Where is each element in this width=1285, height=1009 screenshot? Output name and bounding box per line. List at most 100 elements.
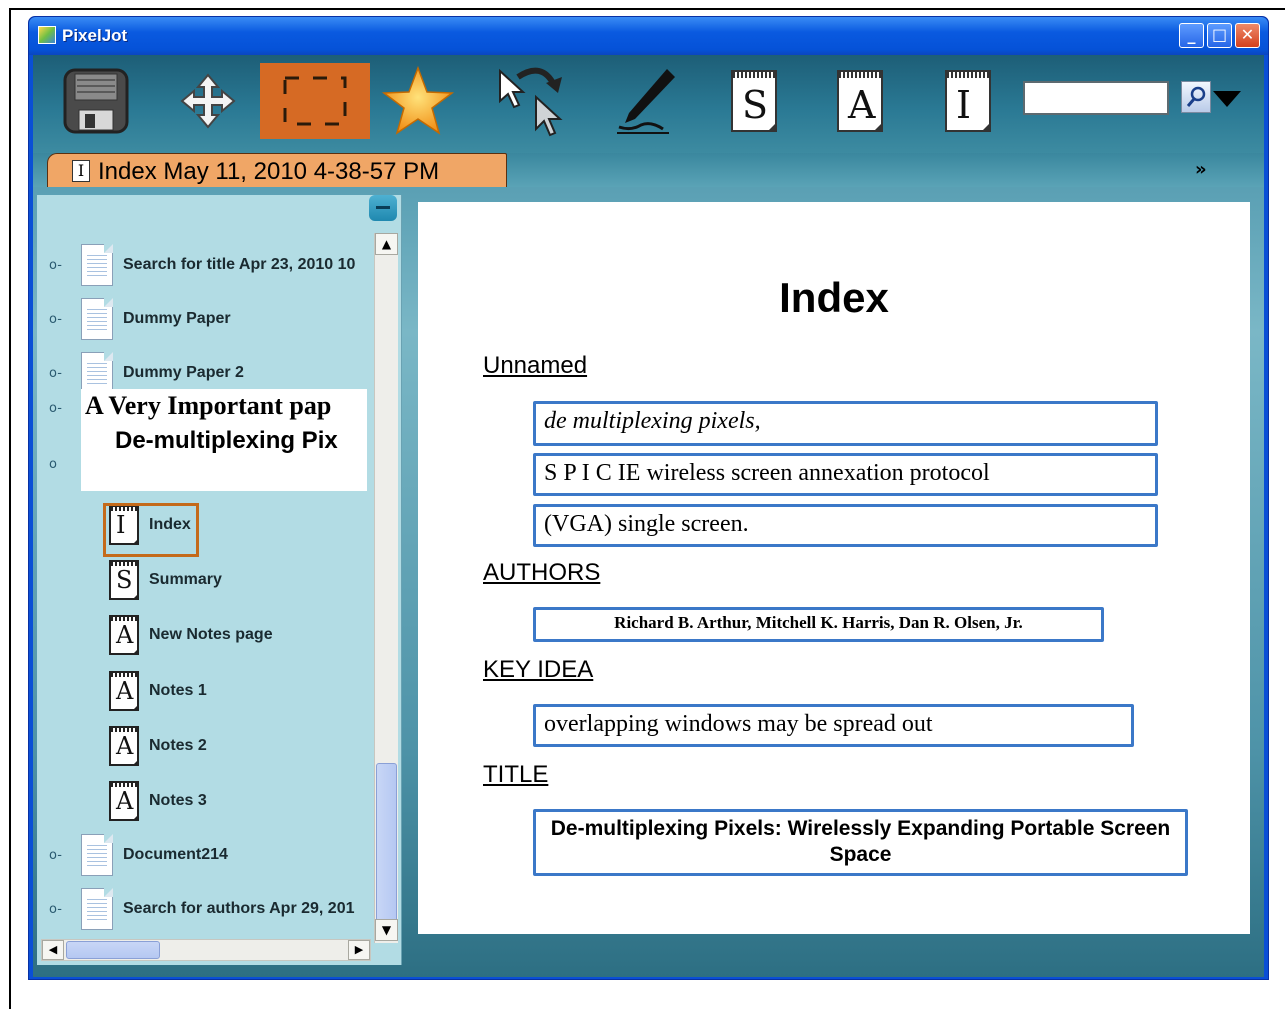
tree-handle-icon[interactable]: o- xyxy=(49,401,67,416)
search-input[interactable] xyxy=(1023,81,1169,115)
tree-handle-icon[interactable]: o- xyxy=(49,902,67,917)
section-label-title: TITLE xyxy=(483,761,549,788)
index-field[interactable]: de multiplexing pixels, xyxy=(533,401,1158,446)
tree-item-label: Search for title Apr 23, 2010 10 xyxy=(123,256,356,273)
page-letter: A xyxy=(116,621,134,649)
minimize-button[interactable]: _ xyxy=(1179,23,1204,48)
tree-item-open[interactable]: A Very Important pap De-multiplexing Pix xyxy=(81,389,367,491)
index-letter: I xyxy=(956,83,972,127)
outer-frame-left xyxy=(9,8,11,1009)
scroll-down-icon[interactable]: ▼ xyxy=(375,919,398,941)
summary-page-icon: S xyxy=(731,70,777,132)
tree-handle-icon[interactable]: o- xyxy=(49,848,67,863)
select-button[interactable] xyxy=(260,63,370,139)
open-item-title: A Very Important pap xyxy=(85,391,332,420)
tree-child-notes-2[interactable]: A Notes 2 xyxy=(109,724,207,768)
tree-vertical-scrollbar[interactable]: ▲ ▼ xyxy=(374,233,398,943)
notes-page-icon: A xyxy=(109,726,139,766)
document-icon xyxy=(81,352,113,394)
collapse-pane-button[interactable] xyxy=(369,195,397,221)
tree-item-label: Notes 2 xyxy=(149,737,207,754)
tree-item-label: Notes 3 xyxy=(149,792,207,809)
floppy-disk-icon xyxy=(63,68,129,134)
tree-item-label: Dummy Paper 2 xyxy=(123,364,244,381)
horizontal-scroll-thumb[interactable] xyxy=(66,941,160,959)
page-letter: S xyxy=(116,566,133,594)
tree-expanded-icon[interactable]: o xyxy=(49,457,67,472)
title-bar[interactable]: PixelJot _ □ ✕ xyxy=(29,17,1268,55)
tree-handle-icon[interactable]: o- xyxy=(49,312,67,327)
tree-child-summary[interactable]: S Summary xyxy=(109,558,222,602)
maximize-button[interactable]: □ xyxy=(1207,23,1232,48)
summary-page-icon: S xyxy=(109,560,139,600)
selection-highlight xyxy=(103,503,199,557)
tab-title: Index May 11, 2010 4-38-57 PM xyxy=(98,158,440,185)
notes-page-icon: A xyxy=(109,781,139,821)
tree-child-notes-3[interactable]: A Notes 3 xyxy=(109,779,207,823)
vertical-scroll-thumb[interactable] xyxy=(376,763,397,925)
document-icon xyxy=(81,834,113,876)
index-page: Index Unnamed de multiplexing pixels, S … xyxy=(418,202,1250,934)
tree-handle-icon[interactable]: o- xyxy=(49,258,67,273)
index-page-icon: I xyxy=(945,70,991,132)
page-title: Index xyxy=(779,274,889,321)
window-body: S A I I Index May 11, 2010 4-38-57 PM » … xyxy=(33,55,1264,977)
summary-button[interactable]: S xyxy=(713,63,795,139)
tree-item-label: Search for authors Apr 29, 201 xyxy=(123,900,355,917)
notes-page-icon: A xyxy=(837,70,883,132)
index-button[interactable]: I xyxy=(927,63,1009,139)
index-page-icon: I xyxy=(72,160,90,182)
index-field[interactable]: S P I C IE wireless screen annexation pr… xyxy=(533,453,1158,496)
summary-letter: S xyxy=(742,83,769,127)
search-icon xyxy=(1186,86,1206,107)
notes-letter: A xyxy=(848,83,876,127)
move-arrows-icon xyxy=(180,73,236,129)
tab-index[interactable]: I Index May 11, 2010 4-38-57 PM xyxy=(47,153,507,187)
page-letter: A xyxy=(116,732,134,760)
tree-item[interactable]: o- Search for authors Apr 29, 201 xyxy=(37,887,355,931)
app-icon xyxy=(38,26,56,44)
tree-item-label: New Notes page xyxy=(149,626,273,643)
search-button[interactable] xyxy=(1181,81,1211,113)
favorite-button[interactable] xyxy=(377,63,459,139)
close-button[interactable]: ✕ xyxy=(1235,23,1260,48)
save-button[interactable] xyxy=(55,63,137,139)
section-label-key-idea: KEY IDEA xyxy=(483,656,594,683)
authors-field[interactable]: Richard B. Arthur, Mitchell K. Harris, D… xyxy=(533,607,1104,642)
pen-button[interactable] xyxy=(605,63,687,139)
tree-handle-icon[interactable]: o- xyxy=(49,366,67,381)
title-field[interactable]: De-multiplexing Pixels: Wirelessly Expan… xyxy=(533,809,1188,876)
page-letter: A xyxy=(116,787,134,815)
document-tree: o- Search for title Apr 23, 2010 10 o- D… xyxy=(37,233,367,939)
key-idea-field[interactable]: overlapping windows may be spread out xyxy=(533,704,1134,747)
document-icon xyxy=(81,244,113,286)
scroll-right-icon[interactable]: ▶ xyxy=(348,940,370,960)
app-window: PixelJot _ □ ✕ S A I I Index May 11, 201… xyxy=(28,16,1269,980)
index-field[interactable]: (VGA) single screen. xyxy=(533,504,1158,547)
tree-item[interactable]: o- Search for title Apr 23, 2010 10 xyxy=(37,243,355,287)
tree-item-label: Document214 xyxy=(123,846,228,863)
pointer-redo-icon xyxy=(499,67,563,137)
notes-page-icon: A xyxy=(109,671,139,711)
tree-item[interactable]: o- Document214 xyxy=(37,833,228,877)
tree-horizontal-scrollbar[interactable]: ◀ ▶ xyxy=(41,939,371,961)
page-letter: A xyxy=(116,677,134,705)
notes-page-icon: A xyxy=(109,615,139,655)
tree-item-label: Summary xyxy=(149,571,222,588)
redo-pointer-button[interactable] xyxy=(491,63,573,139)
section-label-authors: AUTHORS xyxy=(483,559,601,586)
tree-item[interactable]: o- Dummy Paper xyxy=(37,297,231,341)
move-button[interactable] xyxy=(167,63,249,139)
document-icon xyxy=(81,888,113,930)
tree-item-label: Dummy Paper xyxy=(123,310,231,327)
tree-child-new-notes[interactable]: A New Notes page xyxy=(109,613,273,657)
annotate-button[interactable]: A xyxy=(819,63,901,139)
star-icon xyxy=(381,65,455,135)
document-icon xyxy=(81,298,113,340)
scroll-up-icon[interactable]: ▲ xyxy=(375,233,398,255)
tree-child-notes-1[interactable]: A Notes 1 xyxy=(109,669,207,713)
tree-item-label: Notes 1 xyxy=(149,682,207,699)
search-dropdown-icon[interactable] xyxy=(1213,91,1241,107)
tab-overflow-button[interactable]: » xyxy=(1195,159,1207,180)
scroll-left-icon[interactable]: ◀ xyxy=(42,940,64,960)
